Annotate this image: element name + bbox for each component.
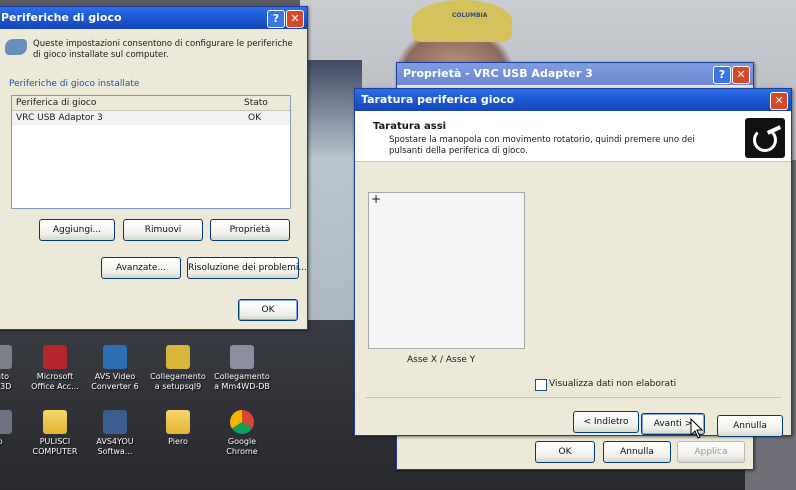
folder-icon <box>166 410 190 434</box>
controllers-list[interactable]: Periferica di gioco Stato VRC USB Adapto… <box>11 95 291 209</box>
separator <box>365 397 781 398</box>
calibration-area: + <box>368 192 525 349</box>
mouse-pointer-icon <box>690 418 704 439</box>
raw-data-label: Visualizza dati non elaborati <box>549 379 677 389</box>
setup-shortcut-icon <box>166 345 190 369</box>
section-heading: Taratura assi <box>373 121 447 132</box>
description-text: Queste impostazioni consentono di config… <box>33 39 293 60</box>
ok-button[interactable]: OK <box>535 441 595 463</box>
desktop-icon-label: AVS4YOU Softwa... <box>96 437 134 456</box>
instructions-text: Spostare la manopola con movimento rotat… <box>389 135 695 156</box>
folder-icon <box>43 410 67 434</box>
desktop-icon-label: Google Chrome <box>226 437 258 456</box>
desktop-icon-label: Collegamento a setupsql9 <box>150 372 206 391</box>
background-cap <box>412 0 512 42</box>
joystick-icon <box>745 118 785 158</box>
game-controllers-window: Periferiche di gioco ? ✕ Queste impostaz… <box>0 6 308 330</box>
desktop-icon[interactable]: AVS Video Converter 6 <box>85 345 145 392</box>
back-button[interactable]: < Indietro <box>573 411 639 433</box>
list-header: Periferica di gioco Stato <box>12 96 290 111</box>
properties-button[interactable]: Proprietà <box>210 219 290 241</box>
remove-button[interactable]: Rimuovi <box>123 219 203 241</box>
desktop-icon[interactable]: Google Chrome <box>212 410 272 457</box>
desktop-icon-label: Collegamento a Mm4WD-DB <box>214 372 270 391</box>
gamepad-icon <box>5 39 27 55</box>
close-button[interactable]: ✕ <box>732 66 750 84</box>
avs-video-icon <box>103 345 127 369</box>
title-bar[interactable]: Taratura periferica gioco ✕ <box>355 89 791 111</box>
apply-button[interactable]: Applica <box>677 441 745 463</box>
chrome-icon <box>230 410 254 434</box>
db-shortcut-icon <box>230 345 254 369</box>
cancel-button[interactable]: Annulla <box>603 441 671 463</box>
window-title: Periferiche di gioco <box>1 11 122 24</box>
desktop-icon-label: AVS Video Converter 6 <box>91 372 139 391</box>
desktop-icon[interactable]: Collegamento a Mm4WD-DB <box>212 345 272 392</box>
device-status: OK <box>248 113 261 123</box>
window-title: Proprietà - VRC USB Adapter 3 <box>403 67 593 80</box>
axis-label: Asse X / Asse Y <box>407 355 476 365</box>
column-device[interactable]: Periferica di gioco <box>16 96 96 110</box>
close-button[interactable]: ✕ <box>286 10 304 28</box>
troubleshoot-button[interactable]: Risoluzione dei problemi... <box>187 257 307 279</box>
ok-button[interactable]: OK <box>238 299 298 321</box>
desktop-icon[interactable]: PULISCI COMPUTER <box>25 410 85 457</box>
help-button[interactable]: ? <box>713 66 731 84</box>
title-bar[interactable]: Proprietà - VRC USB Adapter 3 ? ✕ <box>397 63 753 85</box>
calibration-header: Taratura assi Spostare la manopola con m… <box>355 111 791 162</box>
desktop-icon-label: Piero <box>168 437 188 446</box>
desktop-icon[interactable]: Piero <box>148 410 208 447</box>
device-name: VRC USB Adaptor 3 <box>16 113 103 123</box>
title-bar[interactable]: Periferiche di gioco ? ✕ <box>0 7 307 29</box>
desktop-icon[interactable]: AVS4YOU Softwa... <box>85 410 145 457</box>
avs4you-icon <box>103 410 127 434</box>
column-status[interactable]: Stato <box>244 96 268 110</box>
help-button[interactable]: ? <box>267 10 285 28</box>
window-title: Taratura periferica gioco <box>361 93 515 106</box>
calibration-window: Taratura periferica gioco ✕ Taratura ass… <box>354 88 792 437</box>
desktop-icon-label: Microsoft Office Acc... <box>31 372 79 391</box>
desktop-icon-label: PULISCI COMPUTER <box>32 437 78 456</box>
cancel-button[interactable]: Annulla <box>717 415 783 437</box>
shortcut-icon <box>0 345 12 369</box>
add-button[interactable]: Aggiungi... <box>39 219 115 241</box>
list-item[interactable]: VRC USB Adaptor 3 OK <box>12 111 290 125</box>
raw-data-checkbox[interactable] <box>535 379 547 391</box>
desktop-icon[interactable]: Collegamento a setupsql9 <box>148 345 208 392</box>
office-icon <box>43 345 67 369</box>
shortcut-icon <box>0 410 12 434</box>
advanced-button[interactable]: Avanzate... <box>101 257 181 279</box>
background-cap-text: COLUMBIA <box>452 12 488 19</box>
close-button[interactable]: ✕ <box>770 92 788 110</box>
crosshair: + <box>371 192 382 206</box>
desktop-icon[interactable]: Microsoft Office Acc... <box>25 345 85 392</box>
group-label: Periferiche di gioco installate <box>9 79 140 89</box>
